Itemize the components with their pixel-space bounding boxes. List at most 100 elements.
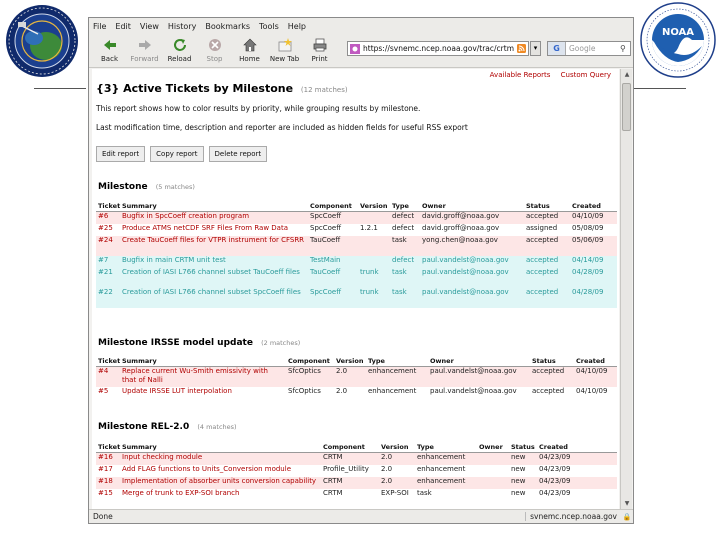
column-header-type[interactable]: Type (415, 442, 477, 453)
ticket-link[interactable]: #24 (98, 236, 113, 244)
print-button[interactable]: Print (303, 37, 336, 63)
table-row[interactable]: #24 Create TauCoeff files for VTPR instru… (96, 235, 617, 256)
column-header-owner[interactable]: Owner (428, 356, 530, 367)
column-header-summary[interactable]: Summary (120, 442, 321, 453)
search-box[interactable]: G Google ⚲ (547, 41, 631, 56)
rss-feed-icon[interactable] (517, 44, 526, 53)
home-button[interactable]: Home (233, 37, 266, 63)
available-reports-link[interactable]: Available Reports (490, 71, 551, 79)
table-row[interactable]: #18 Implementation of absorber units conv… (96, 476, 617, 489)
column-header-component[interactable]: Component (321, 442, 379, 453)
scroll-down-arrow-icon[interactable]: ▼ (622, 499, 632, 509)
column-header-version[interactable]: Version (358, 201, 390, 212)
table-row[interactable]: #5 Update IRSSE LUT interpolation SfcOptic… (96, 386, 617, 399)
edit-report-button[interactable]: Edit report (96, 146, 146, 162)
table-row[interactable]: #16 Input checking module CRTM 2.0 enhanceme… (96, 452, 617, 465)
table-row[interactable]: #22 Creation of IASI L766 channel subset … (96, 287, 617, 308)
custom-query-link[interactable]: Custom Query (561, 71, 611, 79)
menu-edit[interactable]: Edit (115, 22, 131, 31)
url-text[interactable]: https://svnemc.ncep.noaa.gov/trac/crtm (363, 44, 517, 53)
table-row[interactable]: #7 Bugfix in main CRTM unit test TestMain d… (96, 255, 617, 268)
cell-ticket: #17 (96, 465, 120, 477)
column-header-status[interactable]: Status (509, 442, 537, 453)
column-header-component[interactable]: Component (308, 201, 358, 212)
vertical-scrollbar[interactable]: ▲ ▼ (620, 69, 632, 510)
padlock-icon[interactable]: 🔒 (621, 513, 633, 521)
url-dropdown-button[interactable]: ▾ (530, 41, 541, 56)
search-icon[interactable]: ⚲ (620, 44, 630, 53)
scroll-up-arrow-icon[interactable]: ▲ (622, 70, 632, 80)
column-header-status[interactable]: Status (530, 356, 574, 367)
menu-view[interactable]: View (140, 22, 159, 31)
print-icon (313, 38, 326, 52)
column-header-summary[interactable]: Summary (120, 356, 286, 367)
menu-help[interactable]: Help (288, 22, 306, 31)
menu-history[interactable]: History (168, 22, 196, 31)
summary-link[interactable]: Create TauCoeff files for VTPR instrumen… (122, 236, 304, 244)
ticket-link[interactable]: #25 (98, 224, 113, 232)
stop-button[interactable]: Stop (198, 37, 231, 63)
copy-report-button[interactable]: Copy report (150, 146, 204, 162)
ticket-link[interactable]: #21 (98, 268, 113, 276)
summary-link[interactable]: Input checking module (122, 453, 202, 461)
cell-summary: Creation of IASI L766 channel subset Tau… (120, 268, 308, 288)
scroll-thumb[interactable] (622, 83, 631, 131)
column-header-created[interactable]: Created (574, 356, 617, 367)
ticket-link[interactable]: #22 (98, 288, 113, 296)
summary-link[interactable]: Implementation of absorber units convers… (122, 477, 316, 485)
google-engine-icon[interactable]: G (548, 42, 566, 55)
column-header-component[interactable]: Component (286, 356, 334, 367)
report-description: This report shows how to color results b… (96, 104, 421, 113)
table-row[interactable]: #21 Creation of IASI L766 channel subset … (96, 267, 617, 288)
back-button[interactable]: Back (93, 37, 126, 63)
table-row[interactable]: #6 Bugfix in SpcCoeff creation program Spc… (96, 211, 617, 224)
menu-bookmarks[interactable]: Bookmarks (205, 22, 250, 31)
column-header-owner[interactable]: Owner (420, 201, 524, 212)
menu-tools[interactable]: Tools (259, 22, 279, 31)
ticket-link[interactable]: #16 (98, 453, 113, 461)
new-tab-button[interactable]: New Tab (268, 37, 301, 63)
table-row[interactable]: #25 Produce ATMS netCDF SRF Files From Ra… (96, 223, 617, 236)
column-header-summary[interactable]: Summary (120, 201, 308, 212)
reload-button[interactable]: Reload (163, 37, 196, 63)
column-header-version[interactable]: Version (334, 356, 366, 367)
table-row[interactable]: #15 Merge of trunk to EXP-SOI branch CRTM E… (96, 488, 617, 501)
cell-ticket: #21 (96, 268, 120, 288)
delete-report-button[interactable]: Delete report (208, 146, 268, 162)
summary-link[interactable]: Creation of IASI L766 channel subset Tau… (122, 268, 300, 276)
menu-file[interactable]: File (93, 22, 106, 31)
table-row[interactable]: #17 Add FLAG functions to Units_Conversio… (96, 464, 617, 477)
column-header-type[interactable]: Type (366, 356, 428, 367)
ticket-link[interactable]: #5 (98, 387, 108, 395)
column-header-owner[interactable]: Owner (477, 442, 509, 453)
summary-link[interactable]: Produce ATMS netCDF SRF Files From Raw D… (122, 224, 288, 232)
column-header-status[interactable]: Status (524, 201, 570, 212)
summary-link[interactable]: Creation of IASI L766 channel subset Spc… (122, 288, 301, 296)
forward-button[interactable]: Forward (128, 37, 161, 63)
summary-link[interactable]: Add FLAG functions to Units_Conversion m… (122, 465, 291, 473)
column-header-created[interactable]: Created (570, 201, 617, 212)
column-header-ticket[interactable]: Ticket (96, 442, 120, 453)
column-header-ticket[interactable]: Ticket (96, 201, 120, 212)
cell-version: 2.0 (336, 367, 348, 375)
ticket-link[interactable]: #7 (98, 256, 108, 264)
cell-ticket: #18 (96, 477, 120, 489)
summary-link[interactable]: Replace current Wu-Smith emissivity with… (122, 367, 268, 384)
ticket-link[interactable]: #17 (98, 465, 113, 473)
search-input[interactable]: Google (569, 44, 620, 53)
ticket-link[interactable]: #6 (98, 212, 108, 220)
cell-owner (477, 477, 509, 489)
summary-link[interactable]: Update IRSSE LUT interpolation (122, 387, 232, 395)
table-row[interactable]: #4 Replace current Wu-Smith emissivity wi… (96, 366, 617, 387)
summary-link[interactable]: Bugfix in SpcCoeff creation program (122, 212, 249, 220)
column-header-type[interactable]: Type (390, 201, 420, 212)
address-bar[interactable]: https://svnemc.ncep.noaa.gov/trac/crtm (347, 41, 529, 56)
column-header-version[interactable]: Version (379, 442, 415, 453)
ticket-link[interactable]: #4 (98, 367, 108, 375)
summary-link[interactable]: Bugfix in main CRTM unit test (122, 256, 226, 264)
column-header-ticket[interactable]: Ticket (96, 356, 120, 367)
ticket-link[interactable]: #18 (98, 477, 113, 485)
summary-link[interactable]: Merge of trunk to EXP-SOI branch (122, 489, 239, 497)
column-header-created[interactable]: Created (537, 442, 617, 453)
ticket-link[interactable]: #15 (98, 489, 113, 497)
